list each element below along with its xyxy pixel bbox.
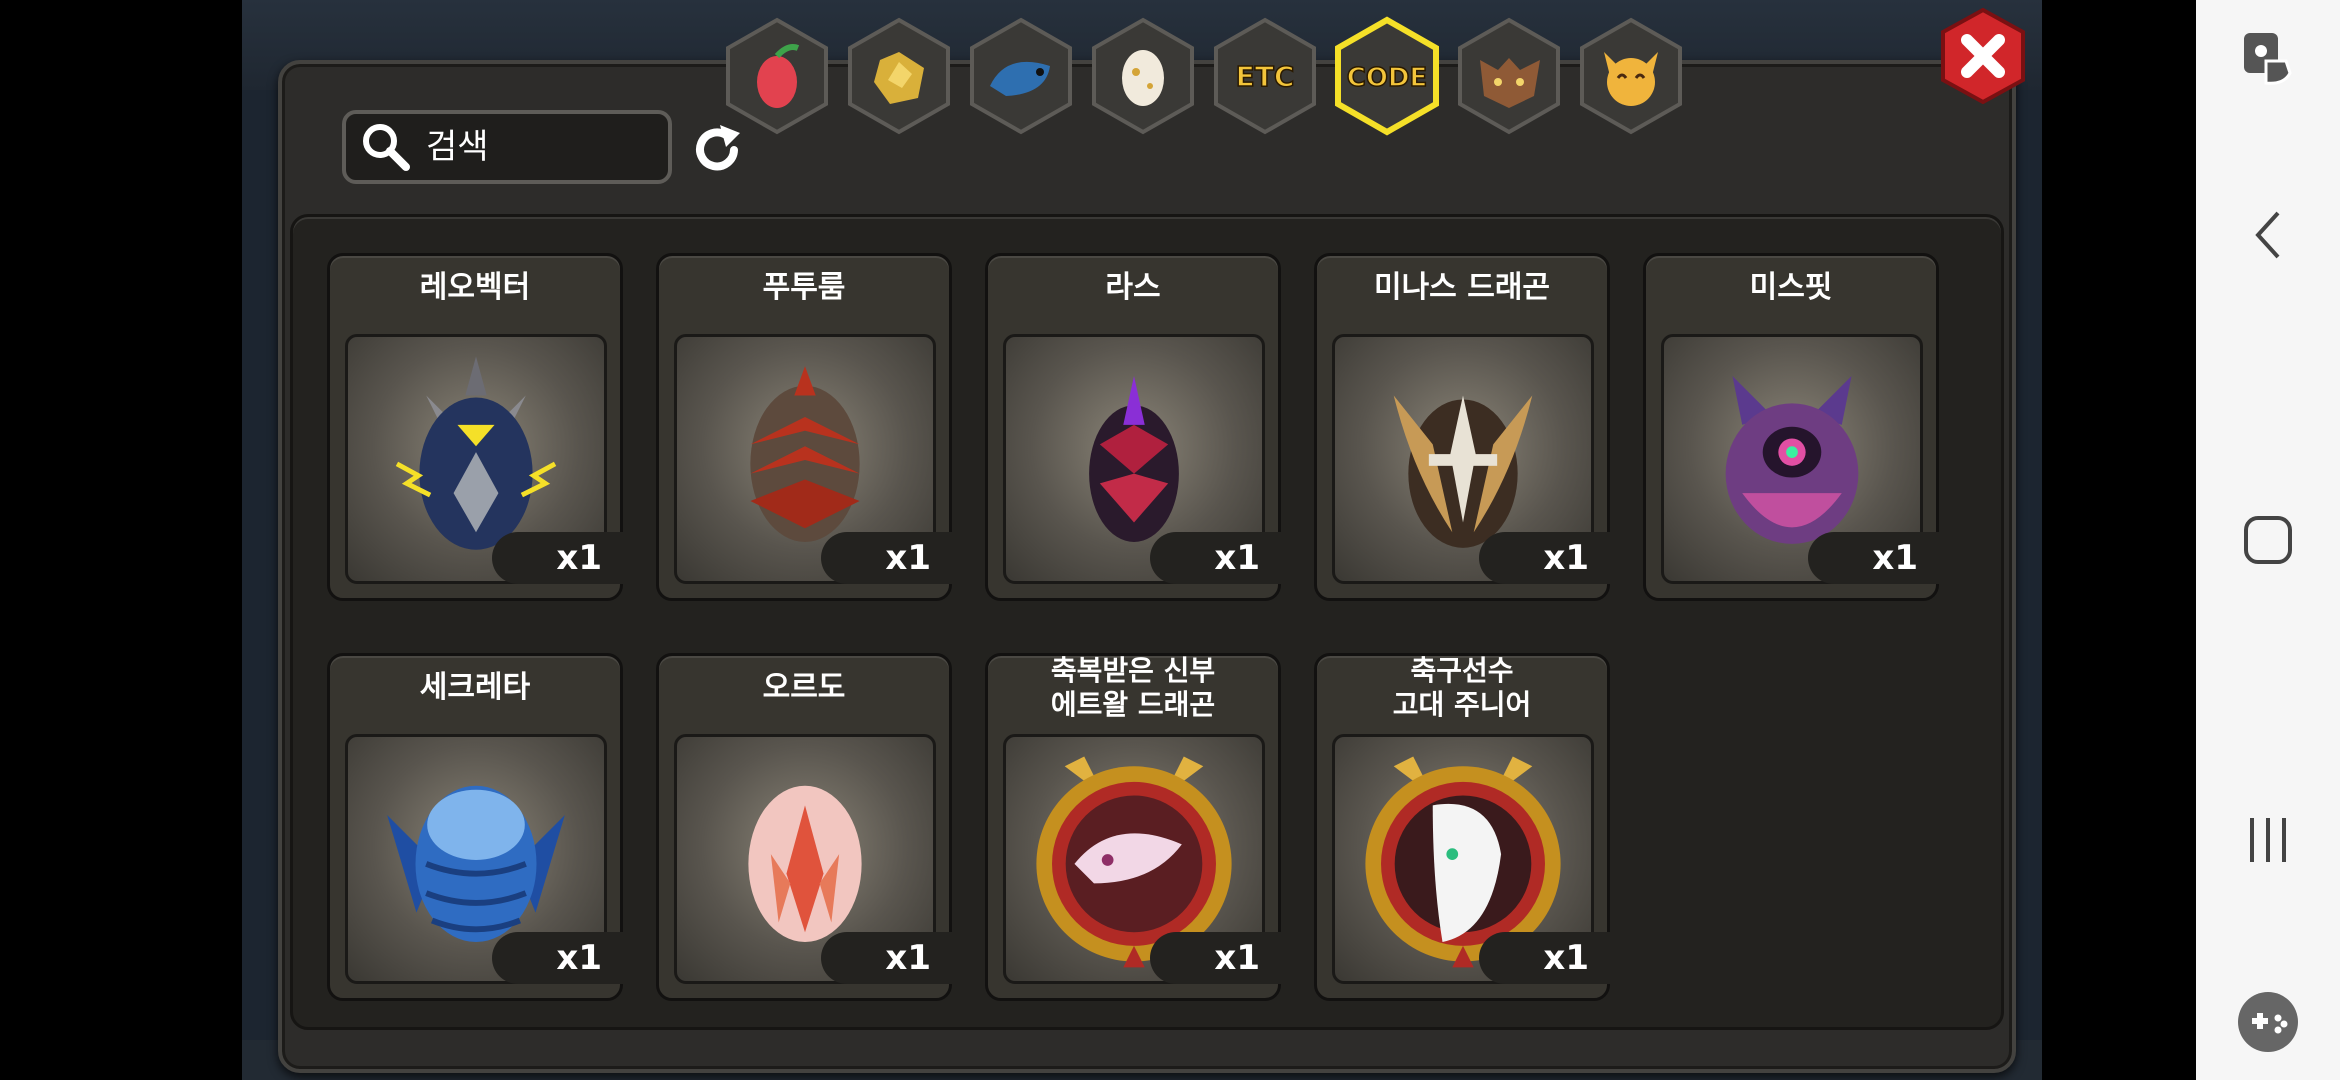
tab-code[interactable]: CODE (1332, 16, 1442, 136)
item-name: 푸투룸 (762, 270, 846, 305)
item-quantity: x1 (821, 932, 953, 984)
tab-label: CODE (1347, 63, 1428, 93)
item-card[interactable]: 오르도 x1 (656, 653, 953, 1001)
inventory-panel: 레오벡터 x1 푸투룸 (278, 60, 2016, 1073)
item-card[interactable]: 축구선수 고대 주니어 x1 (1314, 653, 1611, 1001)
system-navigation-bar (2196, 0, 2340, 1080)
cat-face-icon (1580, 17, 1682, 135)
item-quantity: x1 (492, 932, 624, 984)
item-quantity: x1 (821, 532, 953, 584)
item-name-line: 축복받은 신부 (1050, 654, 1216, 687)
touch-protection-button[interactable] (2196, 22, 2340, 92)
item-card[interactable]: 축복받은 신부 에트왈 드래곤 x1 (985, 653, 1282, 1001)
item-quantity: x1 (1808, 532, 1940, 584)
close-icon (1941, 7, 2025, 105)
dragon-icon (970, 17, 1072, 135)
item-name: 세크레타 (419, 670, 531, 705)
search-field[interactable] (342, 110, 672, 184)
item-name: 미나스 드래곤 (1373, 270, 1551, 305)
item-name-line: 고대 주니어 (1392, 688, 1532, 721)
tab-pet[interactable] (1576, 16, 1686, 136)
item-name: 축복받은 신부 에트왈 드래곤 (988, 654, 1278, 722)
item-quantity: x1 (1479, 532, 1611, 584)
chevron-left-icon (2255, 211, 2280, 259)
item-card[interactable]: 라스 x1 (985, 253, 1282, 601)
fruit-icon (726, 17, 828, 135)
search-input[interactable] (424, 126, 658, 168)
home-square-icon (2244, 516, 2292, 564)
gamepad-icon (2238, 992, 2298, 1052)
close-button[interactable] (1935, 7, 2031, 105)
item-grid: 레오벡터 x1 푸투룸 x1 라스 x1 미나스 드래곤 x1 미스핏 x1 세… (290, 214, 2004, 1030)
recent-apps-button[interactable] (2196, 805, 2340, 875)
item-name: 축구선수 고대 주니어 (1317, 654, 1607, 722)
item-quantity: x1 (492, 532, 624, 584)
item-card[interactable]: 푸투룸 x1 (656, 253, 953, 601)
item-name: 미스핏 (1749, 270, 1833, 305)
code-tab-badge: CODE (1335, 16, 1439, 136)
game-tools-button[interactable] (2196, 985, 2340, 1059)
back-button[interactable] (2196, 200, 2340, 270)
tab-egg[interactable] (1088, 16, 1198, 136)
egg-icon (1092, 17, 1194, 135)
tab-etc[interactable]: ETC (1210, 16, 1320, 136)
item-name-line: 에트왈 드래곤 (1050, 688, 1216, 721)
game-viewport: 레오벡터 x1 푸투룸 (242, 0, 2042, 1080)
item-name-line: 축구선수 (1410, 654, 1514, 687)
item-card[interactable]: 세크레타 x1 (327, 653, 624, 1001)
tab-fruit[interactable] (722, 16, 832, 136)
item-quantity: x1 (1150, 932, 1282, 984)
touch-lock-icon (2244, 33, 2292, 85)
wolf-head-icon (1458, 17, 1560, 135)
item-name: 오르도 (762, 670, 846, 705)
recent-apps-icon (2250, 818, 2286, 862)
item-quantity: x1 (1479, 932, 1611, 984)
item-card[interactable]: 미스핏 x1 (1643, 253, 1940, 601)
etc-tab-badge: ETC (1214, 17, 1316, 135)
tab-beast[interactable] (1454, 16, 1564, 136)
home-button[interactable] (2196, 505, 2340, 575)
item-name: 레오벡터 (419, 270, 531, 305)
item-name: 라스 (1105, 270, 1161, 305)
gold-ore-icon (848, 17, 950, 135)
tab-ore[interactable] (844, 16, 954, 136)
item-card[interactable]: 레오벡터 x1 (327, 253, 624, 601)
tab-dragon-scale[interactable] (966, 16, 1076, 136)
tab-label: ETC (1236, 60, 1295, 93)
search-icon (363, 124, 410, 171)
item-card[interactable]: 미나스 드래곤 x1 (1314, 253, 1611, 601)
item-quantity: x1 (1150, 532, 1282, 584)
